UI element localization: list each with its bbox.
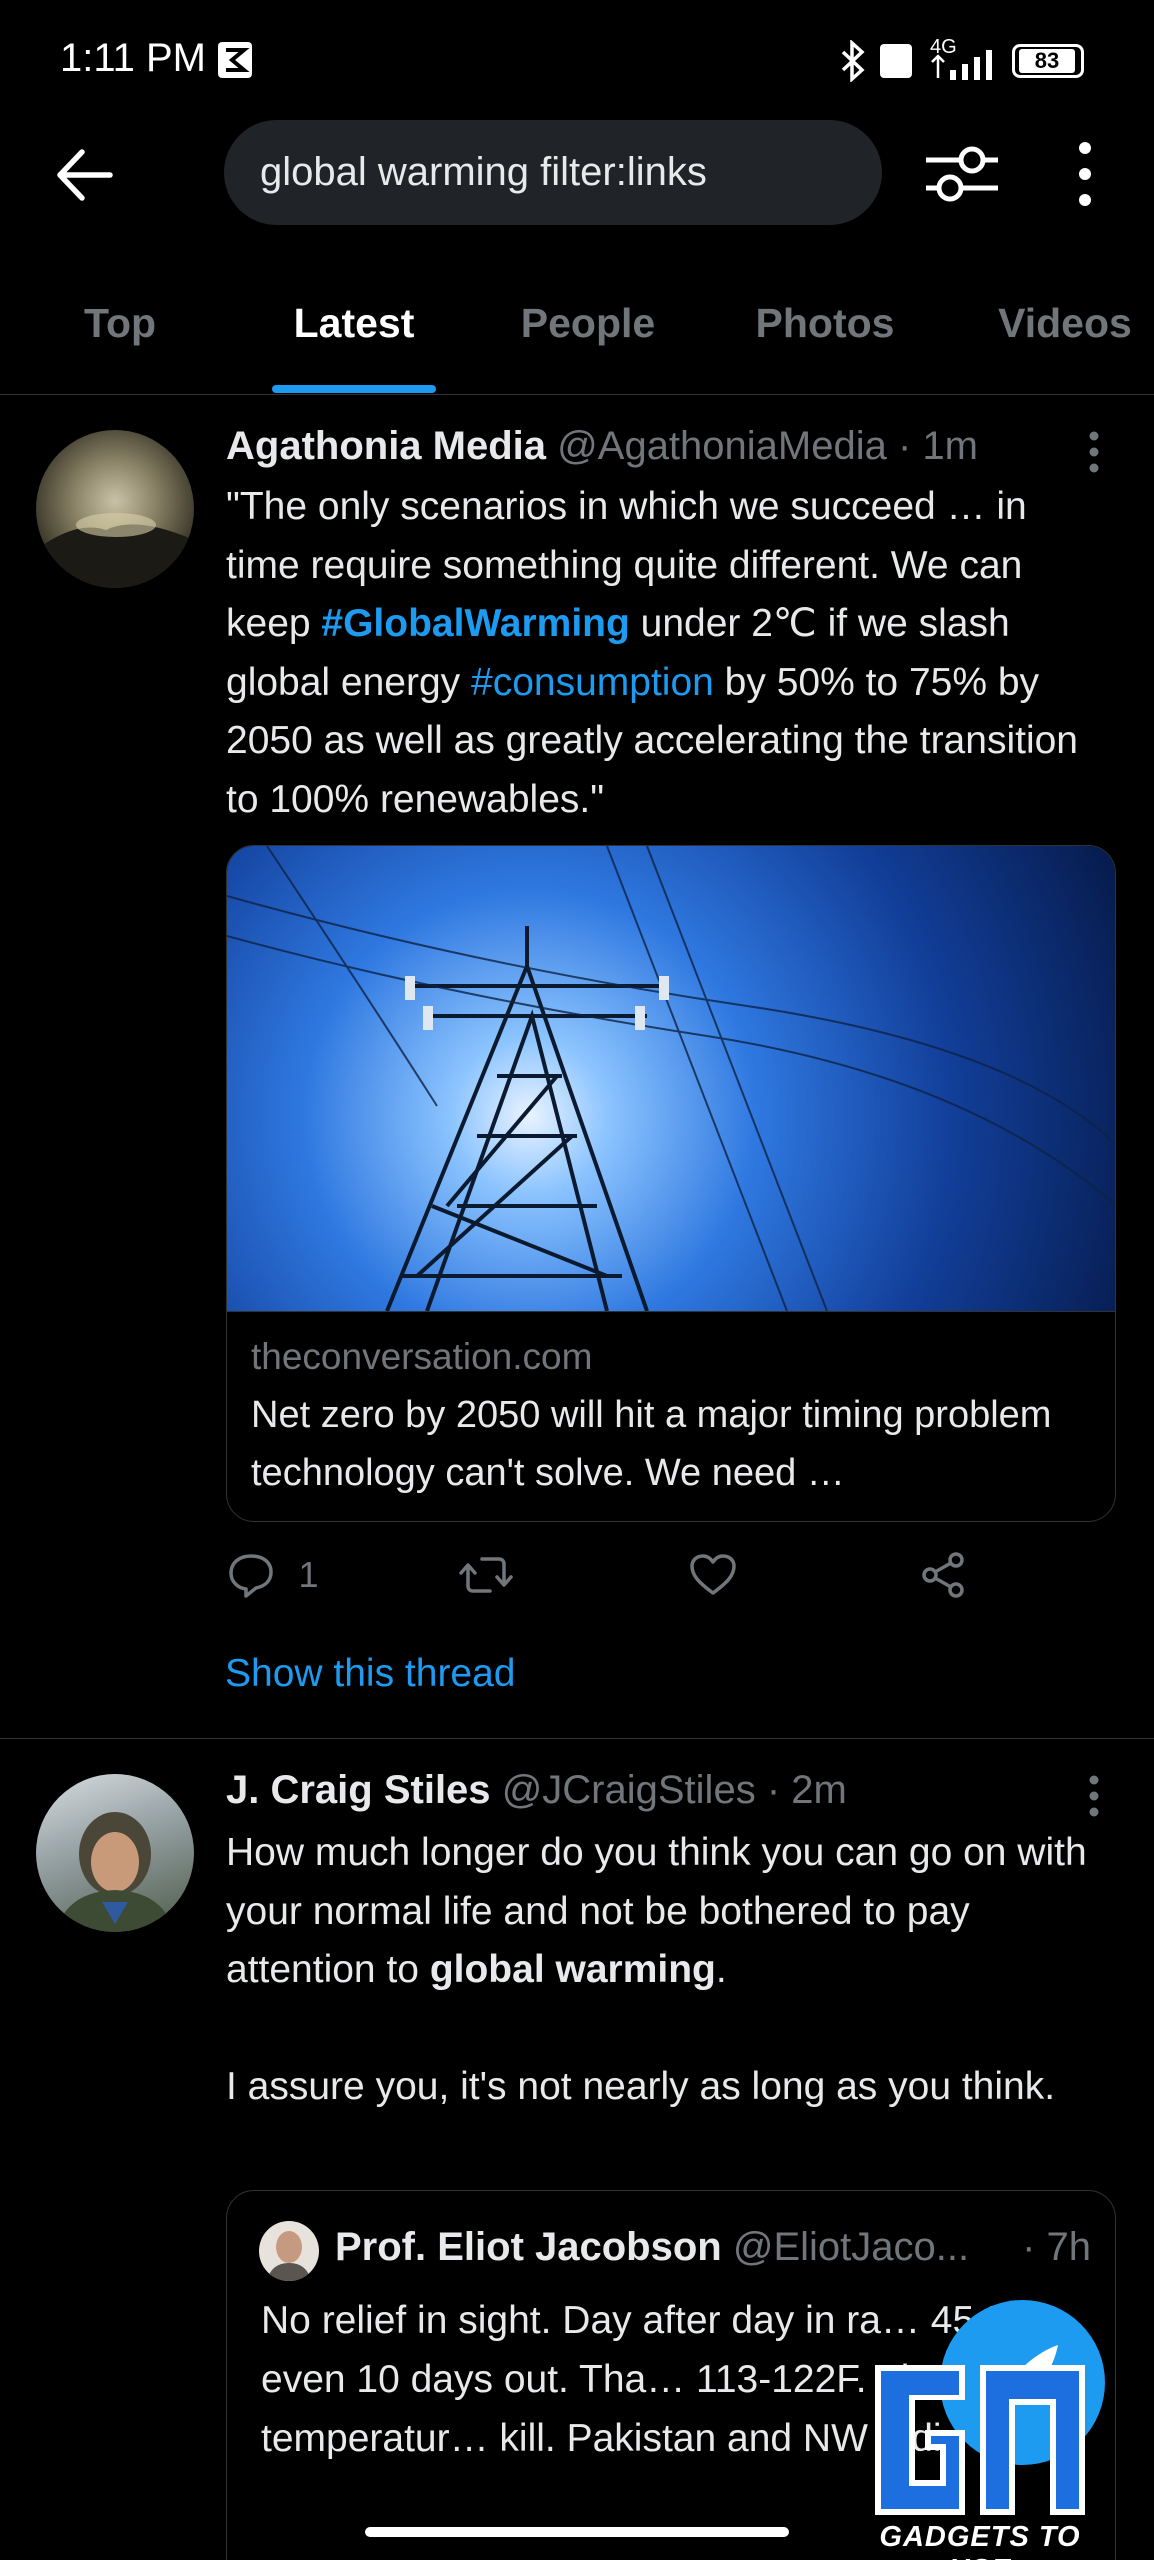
search-query-text: global warming filter:links	[260, 150, 707, 194]
tab-top[interactable]: Top	[60, 300, 180, 347]
tabs-divider	[0, 394, 1154, 395]
like-button[interactable]	[688, 1550, 738, 1610]
reply-button[interactable]: 1	[226, 1550, 318, 1610]
reply-count: 1	[298, 1554, 319, 1595]
status-bar: 1:11 PM 4G 83	[0, 0, 1154, 120]
share-button[interactable]	[918, 1550, 968, 1610]
avatar[interactable]	[36, 430, 194, 588]
link-preview-image	[227, 846, 1115, 1312]
hashtag-link[interactable]: #GlobalWarming	[321, 602, 629, 645]
hashtag-link[interactable]: #consumption	[471, 661, 714, 704]
back-arrow-icon	[57, 149, 113, 201]
tweet-divider	[0, 1738, 1154, 1739]
tweet-text: How much longer do you think you can go …	[226, 1824, 1106, 2000]
tweet-header: Agathonia Media @AgathoniaMedia · 1m	[226, 424, 978, 469]
tweet-header: J. Craig Stiles @JCraigStiles · 2m	[226, 1768, 847, 1813]
tweet-text-part: .	[715, 1948, 727, 1991]
link-preview-card[interactable]: theconversation.com Net zero by 2050 wil…	[226, 845, 1116, 1522]
signal-icon	[930, 48, 1000, 92]
tab-photos[interactable]: Photos	[740, 300, 910, 347]
author-name[interactable]: J. Craig Stiles	[226, 1768, 491, 1812]
active-tab-indicator	[272, 385, 436, 393]
notification-icon	[218, 42, 252, 78]
quoted-author-name: Prof. Eliot Jacobson	[335, 2225, 722, 2269]
quoted-tweet-header: Prof. Eliot Jacobson @EliotJaco...	[335, 2225, 969, 2270]
home-indicator[interactable]	[365, 2527, 789, 2537]
heart-icon	[690, 1554, 736, 1595]
tab-people[interactable]: People	[508, 300, 668, 347]
share-icon	[922, 1552, 964, 1598]
avatar[interactable]	[36, 1774, 194, 1932]
retweet-button[interactable]	[458, 1550, 514, 1610]
gadgets-to-use-watermark: GADGETS TO USE	[855, 2355, 1105, 2560]
bold-keyword: global warming	[429, 1948, 716, 1991]
tweet-text: "The only scenarios in which we succeed …	[226, 478, 1106, 829]
tweet-menu-button[interactable]	[1074, 428, 1114, 478]
tab-latest[interactable]: Latest	[268, 300, 440, 347]
more-vertical-icon	[1089, 1775, 1099, 1817]
battery-level: 83	[1019, 49, 1075, 73]
avatar	[259, 2221, 319, 2281]
watermark-text: GADGETS TO USE	[879, 2521, 1081, 2560]
quoted-author-handle: @EliotJaco...	[732, 2225, 970, 2269]
author-handle[interactable]: @AgathoniaMedia	[557, 424, 887, 468]
search-filter-button[interactable]	[922, 140, 1002, 208]
show-thread-link[interactable]: Show this thread	[225, 1652, 516, 1696]
battery-icon: 83	[1012, 44, 1084, 78]
status-time: 1:11 PM	[60, 36, 206, 80]
tweet-timestamp: · 2m	[766, 1768, 847, 1812]
quoted-tweet-timestamp: · 7h	[1022, 2225, 1091, 2269]
link-preview-image-bottom	[227, 1311, 1115, 1312]
bluetooth-icon	[838, 39, 868, 84]
retweet-icon	[459, 1557, 513, 1593]
reply-bubble-icon	[229, 1554, 273, 1598]
tweet-menu-button[interactable]	[1074, 1772, 1114, 1822]
tweet-text-paragraph: I assure you, it's not nearly as long as…	[226, 2065, 1056, 2108]
volte-icon	[880, 44, 912, 78]
more-vertical-icon	[1079, 142, 1091, 206]
filter-sliders-icon	[926, 146, 998, 202]
back-button[interactable]	[52, 140, 122, 210]
tweet-timestamp: · 1m	[898, 424, 978, 468]
author-handle[interactable]: @JCraigStiles	[502, 1768, 756, 1812]
more-options-button[interactable]	[1060, 140, 1110, 208]
tab-videos[interactable]: Videos	[980, 300, 1150, 347]
author-name[interactable]: Agathonia Media	[226, 424, 546, 468]
link-domain: theconversation.com	[251, 1336, 593, 1377]
link-title: Net zero by 2050 will hit a major timing…	[251, 1394, 1052, 1494]
search-input[interactable]: global warming filter:links	[224, 120, 882, 225]
more-vertical-icon	[1089, 431, 1099, 473]
